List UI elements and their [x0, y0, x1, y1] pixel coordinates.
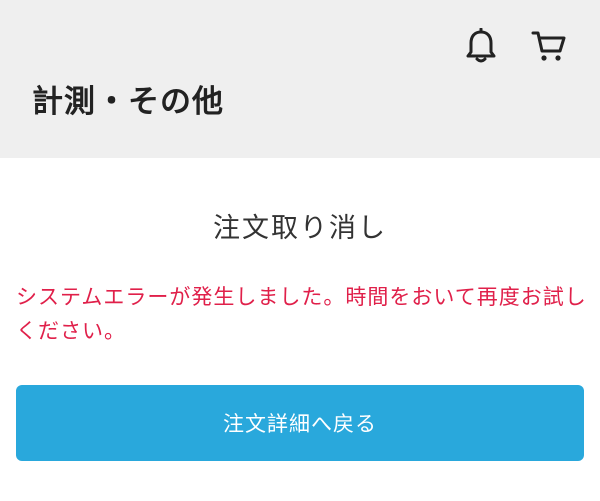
cart-icon — [531, 31, 566, 61]
notifications-button[interactable] — [459, 24, 503, 68]
cancel-order-panel: 注文取り消し システムエラーが発生しました。時間をおいて再度お試しください。 注… — [0, 158, 600, 501]
back-to-order-details-button[interactable]: 注文詳細へ戻る — [16, 385, 584, 461]
cart-button[interactable] — [527, 24, 571, 68]
error-message: システムエラーが発生しました。時間をおいて再度お試しください。 — [16, 285, 587, 343]
bell-icon — [466, 28, 496, 63]
page-title: 計測・その他 — [32, 84, 224, 120]
app-header: 計測・その他 — [0, 0, 600, 158]
dialog-title: 注文取り消し — [213, 213, 387, 244]
